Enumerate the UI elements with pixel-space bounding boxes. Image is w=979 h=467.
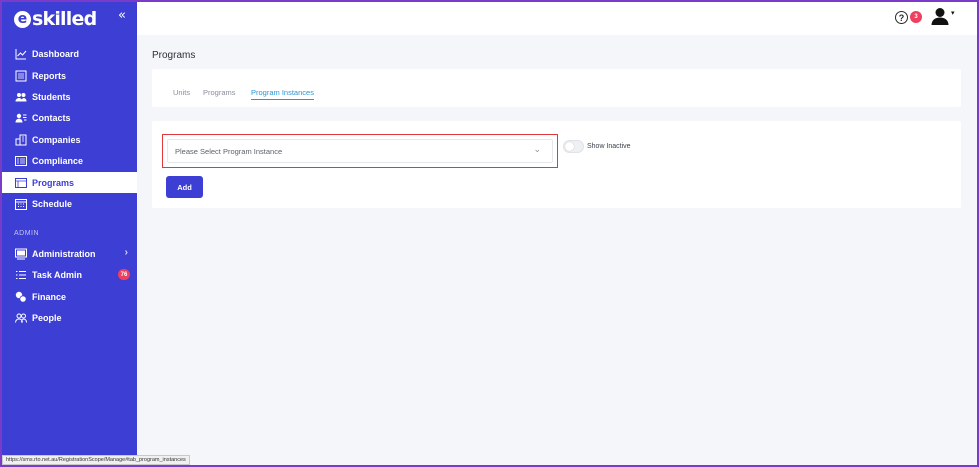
tab-programs[interactable]: Programs: [203, 88, 236, 100]
sidebar-item-label: Administration: [32, 248, 96, 259]
add-button[interactable]: Add: [166, 176, 203, 198]
companies-icon: [14, 133, 27, 146]
sidebar-item-label: Reports: [32, 70, 67, 81]
chart-line-icon: [14, 47, 27, 60]
sidebar: e skilled « Dashboard Reports Students C…: [0, 0, 137, 467]
sidebar-item-programs[interactable]: Programs: [0, 172, 137, 193]
logo-mark: e: [14, 10, 31, 28]
notification-badge: 3: [910, 11, 922, 23]
report-icon: [14, 69, 27, 82]
main-content: Programs Units Programs Program Instance…: [137, 35, 979, 467]
user-caret-icon: ▾: [951, 9, 955, 17]
help-icon[interactable]: ?: [895, 11, 908, 24]
show-inactive-toggle[interactable]: [563, 140, 584, 153]
sidebar-item-label: Finance: [32, 291, 67, 302]
tabs-card: Units Programs Program Instances: [152, 69, 961, 107]
sidebar-item-label: Dashboard: [32, 48, 80, 59]
sidebar-item-people[interactable]: People: [0, 307, 137, 328]
calendar-icon: [14, 197, 27, 210]
chevron-down-icon: ⌄: [533, 145, 541, 155]
chevron-right-icon: ›: [124, 247, 128, 258]
tab-program-instances[interactable]: Program Instances: [251, 88, 314, 100]
collapse-sidebar-icon[interactable]: «: [118, 9, 130, 23]
sidebar-item-reports[interactable]: Reports: [0, 65, 137, 86]
eskilled-logo[interactable]: e skilled: [14, 7, 97, 31]
logo-text: skilled: [32, 8, 97, 30]
status-bar-url: https://sms.rto.net.au/RegistrationScope…: [2, 455, 190, 465]
sidebar-item-compliance[interactable]: Compliance: [0, 150, 137, 171]
task-list-icon: [14, 268, 27, 281]
sidebar-item-dashboard[interactable]: Dashboard: [0, 43, 137, 64]
sidebar-item-contacts[interactable]: Contacts: [0, 107, 137, 128]
sidebar-item-label: People: [32, 312, 62, 323]
sidebar-item-label: Task Admin: [32, 269, 83, 280]
top-bar: ? 3 ▾: [137, 0, 979, 35]
admin-section-label: ADMIN: [14, 230, 40, 237]
sidebar-item-task-admin[interactable]: Task Admin 76: [0, 264, 137, 285]
coins-icon: [14, 290, 27, 303]
programs-icon: [14, 176, 27, 189]
students-icon: [14, 90, 27, 103]
monitor-icon: [14, 247, 27, 260]
page-title: Programs: [152, 50, 196, 61]
program-instance-select[interactable]: Please Select Program Instance ⌄: [167, 139, 553, 163]
user-menu[interactable]: ▾: [930, 7, 960, 27]
sidebar-item-label: Contacts: [32, 112, 71, 123]
sidebar-item-students[interactable]: Students: [0, 86, 137, 107]
sidebar-item-label: Programs: [32, 177, 75, 188]
show-inactive-label: Show Inactive: [587, 143, 631, 150]
sidebar-item-label: Students: [32, 91, 71, 102]
sidebar-item-label: Companies: [32, 134, 81, 145]
tab-units[interactable]: Units: [173, 88, 190, 100]
people-icon: [14, 311, 27, 324]
compliance-icon: [14, 154, 27, 167]
task-count-badge: 76: [118, 269, 130, 280]
sidebar-item-finance[interactable]: Finance: [0, 286, 137, 307]
sidebar-item-schedule[interactable]: Schedule: [0, 193, 137, 214]
user-icon: [931, 8, 949, 25]
select-placeholder: Please Select Program Instance: [175, 147, 283, 156]
sidebar-item-label: Compliance: [32, 155, 84, 166]
program-instance-form: Please Select Program Instance ⌄ Show In…: [152, 121, 961, 208]
toggle-knob: [565, 142, 574, 151]
sidebar-item-companies[interactable]: Companies: [0, 129, 137, 150]
contacts-icon: [14, 111, 27, 124]
sidebar-item-label: Schedule: [32, 198, 73, 209]
sidebar-item-administration[interactable]: Administration ›: [0, 243, 137, 264]
